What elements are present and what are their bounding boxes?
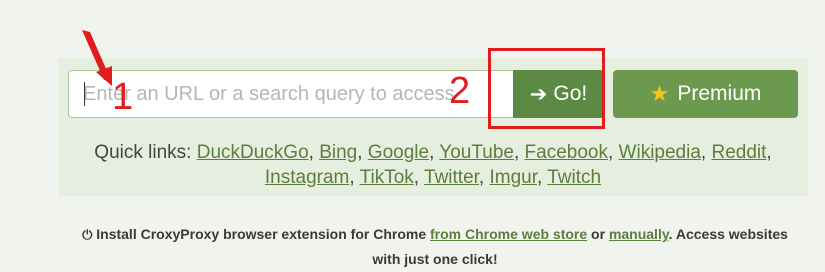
- premium-button-label: Premium: [677, 82, 762, 105]
- quick-link-duckduckgo[interactable]: DuckDuckGo: [197, 142, 309, 163]
- manual-install-link[interactable]: manually: [609, 226, 669, 242]
- quick-link-instagram[interactable]: Instagram: [265, 167, 349, 188]
- star-icon: ★: [649, 81, 670, 106]
- go-button[interactable]: ➔ Go!: [513, 70, 604, 118]
- install-or: or: [591, 226, 606, 242]
- quick-link-google[interactable]: Google: [368, 142, 429, 163]
- quick-link-reddit[interactable]: Reddit: [711, 142, 766, 163]
- quick-link-twitter[interactable]: Twitter: [424, 167, 479, 188]
- go-button-label: Go!: [553, 82, 588, 105]
- quick-link-facebook[interactable]: Facebook: [525, 142, 608, 163]
- text-cursor: [84, 82, 85, 106]
- search-input[interactable]: [69, 71, 514, 117]
- quick-link-bing[interactable]: Bing: [319, 142, 357, 163]
- quick-link-tiktok[interactable]: TikTok: [360, 167, 414, 188]
- plug-icon: ⏻: [82, 227, 93, 242]
- quick-link-imgur[interactable]: Imgur: [489, 167, 537, 188]
- quick-links: Quick links: DuckDuckGo, Bing, Google, Y…: [94, 142, 772, 188]
- quick-links-label: Quick links:: [94, 142, 192, 163]
- premium-button[interactable]: ★ Premium: [613, 70, 798, 118]
- install-extension-note: ⏻ Install CroxyProxy browser extension f…: [70, 222, 800, 271]
- chrome-web-store-link[interactable]: from Chrome web store: [430, 226, 587, 242]
- arrow-right-icon: ➔: [529, 82, 548, 106]
- quick-link-youtube[interactable]: YouTube: [439, 142, 514, 163]
- install-text: Install CroxyProxy browser extension for…: [96, 226, 427, 242]
- quick-link-wikipedia[interactable]: Wikipedia: [619, 142, 701, 163]
- quick-link-twitch[interactable]: Twitch: [547, 167, 601, 188]
